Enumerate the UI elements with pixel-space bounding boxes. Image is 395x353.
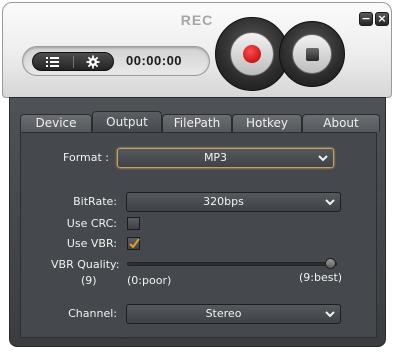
- stop-button[interactable]: [279, 21, 345, 87]
- settings-panel: Device Output FilePath Hotkey About Form…: [9, 97, 386, 347]
- vbr-quality-value: (9): [81, 274, 97, 287]
- vbr-max-label: (9:best): [299, 271, 343, 284]
- tab-device[interactable]: Device: [20, 114, 92, 132]
- close-button[interactable]: ×: [375, 12, 389, 26]
- chevron-down-icon: [325, 199, 335, 206]
- tab-filepath[interactable]: FilePath: [162, 114, 232, 132]
- list-button[interactable]: [45, 55, 61, 69]
- format-select[interactable]: MP3: [117, 148, 334, 168]
- use-vbr-label: Use VBR:: [66, 237, 117, 250]
- close-icon: ×: [377, 12, 387, 25]
- list-icon: [46, 57, 59, 67]
- pill-button-group: [32, 52, 114, 71]
- recorder-panel: REC − × 00:00:00: [2, 2, 392, 98]
- control-pill: 00:00:00: [22, 46, 210, 76]
- use-crc-checkbox[interactable]: [127, 217, 140, 230]
- stop-button-face: [292, 34, 332, 74]
- settings-button[interactable]: [85, 55, 101, 69]
- tab-output[interactable]: Output: [92, 111, 162, 133]
- bitrate-label: BitRate:: [73, 195, 117, 208]
- tab-hotkey[interactable]: Hotkey: [232, 114, 302, 132]
- gear-icon: [86, 55, 100, 69]
- chevron-down-icon: [318, 155, 328, 162]
- record-dot-icon: [243, 45, 261, 63]
- minimize-button[interactable]: −: [359, 12, 373, 26]
- channel-select[interactable]: Stereo: [126, 304, 341, 324]
- vbr-min-label: (0:poor): [127, 274, 172, 287]
- transport-controls: [215, 17, 345, 91]
- format-value: MP3: [203, 151, 228, 164]
- format-label: Format :: [63, 151, 109, 164]
- vbr-quality-slider[interactable]: [127, 258, 337, 269]
- tab-about[interactable]: About: [302, 114, 380, 132]
- bitrate-value: 320bps: [203, 195, 244, 208]
- vbr-quality-label: VBR Quality:: [51, 258, 120, 271]
- slider-thumb[interactable]: [325, 258, 336, 269]
- use-vbr-checkbox[interactable]: [127, 237, 140, 250]
- use-crc-label: Use CRC:: [66, 217, 117, 230]
- stop-square-icon: [306, 48, 319, 61]
- record-button-face: [230, 32, 274, 76]
- record-button[interactable]: [215, 17, 289, 91]
- minimize-icon: −: [361, 12, 371, 25]
- pill-divider: [73, 56, 74, 68]
- output-settings: Format : MP3 BitRate: 320bps Use CRC: Us…: [20, 132, 377, 338]
- channel-value: Stereo: [205, 307, 242, 320]
- recording-timer: 00:00:00: [126, 53, 183, 68]
- channel-label: Channel:: [68, 307, 117, 320]
- checkmark-icon: [129, 238, 140, 249]
- chevron-down-icon: [325, 311, 335, 318]
- bitrate-select[interactable]: 320bps: [126, 192, 341, 212]
